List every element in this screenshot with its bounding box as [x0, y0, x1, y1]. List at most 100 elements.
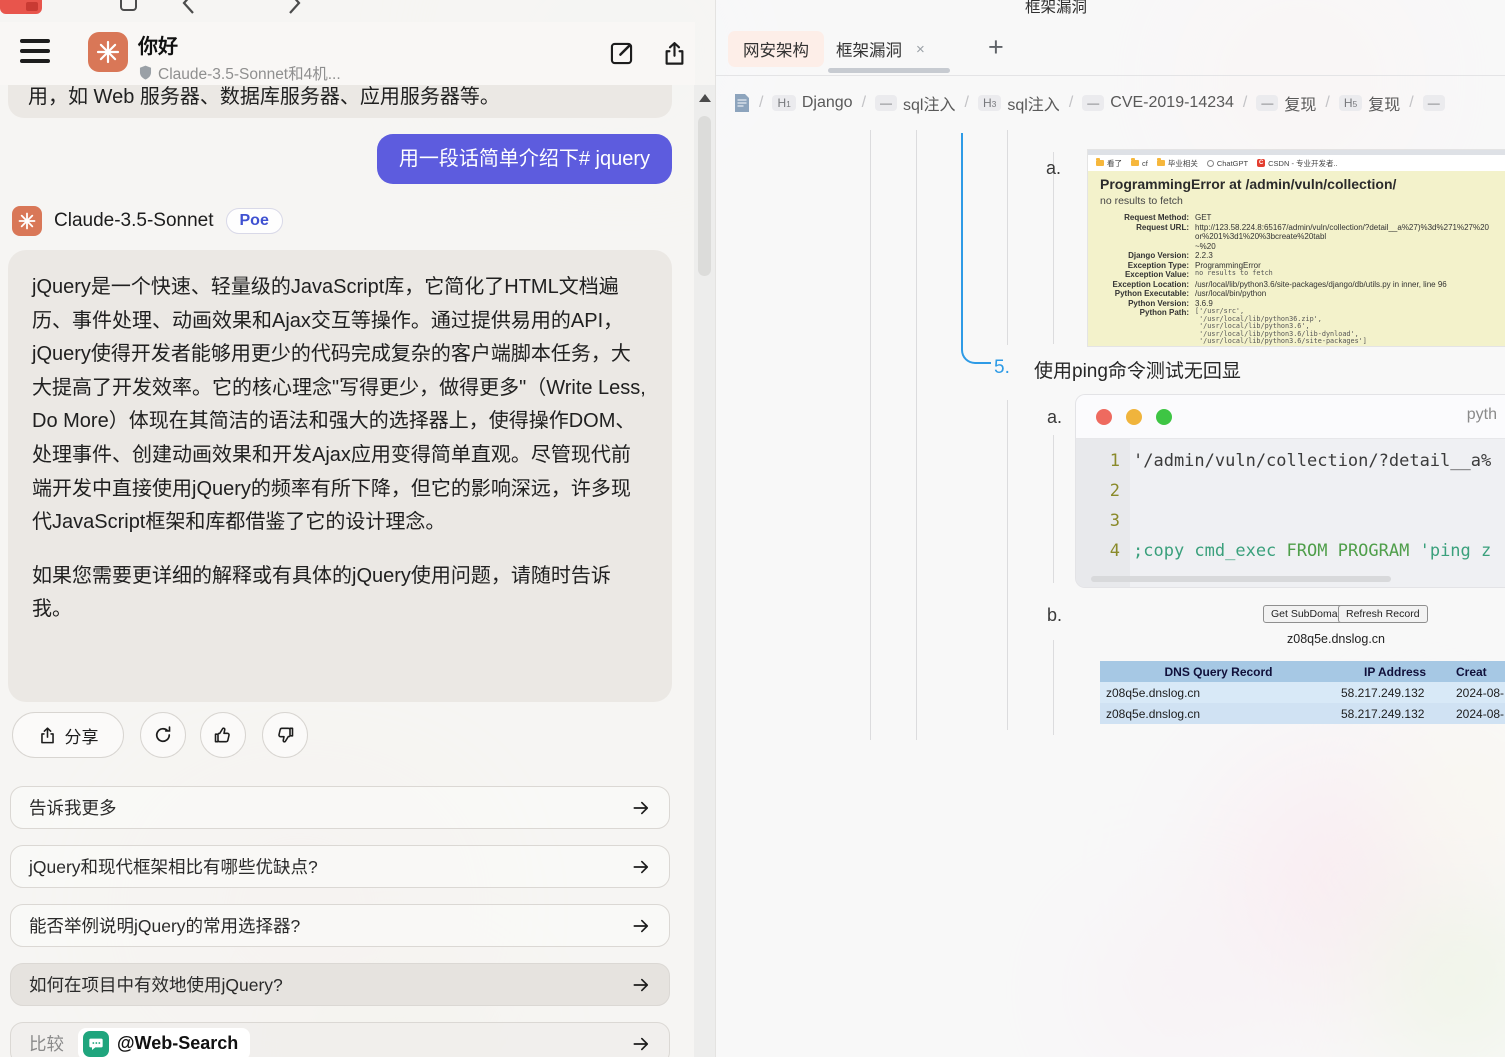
- line-number: 2: [1109, 481, 1120, 501]
- thumbs-up-button[interactable]: [200, 712, 246, 758]
- list-marker-a: a.: [1047, 407, 1063, 427]
- breadcrumb-item[interactable]: — CVE-2019-14234: [1082, 94, 1234, 112]
- code-language-label[interactable]: pyth: [1467, 406, 1497, 424]
- breadcrumb-item[interactable]: — sql注入: [875, 91, 955, 115]
- bot-name: Claude-3.5-Sonnet: [54, 210, 214, 231]
- menu-icon[interactable]: [20, 39, 50, 63]
- tab-pinned[interactable]: 网安架构: [728, 31, 824, 67]
- dns-table[interactable]: DNS Query Record IP Address Creat z08q5e…: [1100, 661, 1505, 724]
- folder-icon: [1156, 158, 1165, 166]
- claude-starburst-icon: [18, 212, 36, 230]
- indent-guide: [870, 130, 871, 740]
- edit-icon[interactable]: [608, 40, 635, 67]
- list-marker-a: a.: [1046, 158, 1062, 178]
- scroll-up-icon[interactable]: [698, 94, 711, 102]
- share-action-icon: [40, 726, 54, 743]
- arrow-right-icon: [633, 860, 649, 873]
- bot-name-row: Claude-3.5-Sonnet Poe: [12, 206, 283, 236]
- code-line: ;copy cmd_exec FROM PROGRAM 'ping z: [1133, 541, 1492, 561]
- active-tab-underline: [828, 68, 950, 73]
- django-error-screenshot[interactable]: 看了 cf 毕业相关 ChatGPT C CSDN - 专业开发者.. Progr…: [1088, 150, 1505, 346]
- indent-guide: [1053, 640, 1054, 735]
- suggestion-label: jQuery和现代框架相比有哪些优缺点?: [29, 857, 318, 877]
- bot-response: jQuery是一个快速、轻量级的JavaScript库，它简化了HTML文档遍历…: [8, 250, 672, 702]
- tab-label: 网安架构: [743, 42, 809, 60]
- horizontal-scrollbar[interactable]: [1091, 576, 1391, 582]
- new-tab-icon[interactable]: +: [988, 32, 1004, 63]
- thumbs-down-icon: [278, 727, 294, 743]
- forward-icon[interactable]: [285, 0, 305, 14]
- mention-prefix: 比较: [29, 1034, 64, 1054]
- breadcrumb-item[interactable]: H 1 Django: [772, 94, 853, 112]
- share-button[interactable]: 分享: [12, 712, 124, 758]
- thumbs-up-icon: [214, 727, 230, 743]
- arrow-right-icon: [633, 801, 649, 814]
- list-item-text: 使用ping命令测试无回显: [1034, 361, 1241, 382]
- arrow-right-icon: [633, 1037, 649, 1050]
- chat-title: 你好: [138, 36, 178, 58]
- chat-subtitle: Claude-3.5-Sonnet和4机...: [158, 66, 341, 83]
- breadcrumb-item[interactable]: —: [1422, 95, 1445, 111]
- dns-table-header: DNS Query Record IP Address Creat: [1100, 661, 1505, 682]
- tab-bar: 网安架构 框架漏洞 × +: [716, 24, 1505, 76]
- screen: 用，如 Web 服务器、数据库服务器、应用服务器等。 你好 Claude-3.5…: [0, 0, 1505, 1057]
- traffic-light-green: [1156, 409, 1172, 425]
- code-line: '/admin/vuln/collection/?detail__a%: [1133, 451, 1492, 471]
- suggestion-item[interactable]: jQuery和现代框架相比有哪些优缺点?: [10, 845, 670, 888]
- django-error-page: ProgrammingError at /admin/vuln/collecti…: [1088, 171, 1505, 346]
- browser-logo-icon[interactable]: [0, 0, 42, 14]
- breadcrumb-item[interactable]: H 5 复现: [1338, 91, 1400, 115]
- user-message: 用一段话简单介绍下# jquery: [376, 134, 672, 184]
- indent-guide: [1053, 152, 1054, 344]
- suggestion-item[interactable]: 如何在项目中有效地使用jQuery?: [10, 963, 670, 1006]
- folder-icon: [1131, 158, 1139, 166]
- chat-panel: 用，如 Web 服务器、数据库服务器、应用服务器等。 你好 Claude-3.5…: [0, 0, 716, 1057]
- csdn-icon: C: [1257, 159, 1266, 167]
- share-label: 分享: [64, 727, 99, 747]
- indent-guide: [1053, 435, 1054, 583]
- tab-active[interactable]: 框架漏洞 ×: [828, 31, 933, 67]
- notes-panel: 框架漏洞 网安架构 框架漏洞 × + / H 1 Django / — sql注入 /…: [716, 0, 1505, 1057]
- tab-close-icon[interactable]: ×: [916, 41, 925, 58]
- back-icon[interactable]: [178, 0, 198, 14]
- shield-icon: [139, 65, 152, 80]
- scrollbar-thumb[interactable]: [698, 116, 711, 276]
- suggestion-item[interactable]: 告诉我更多: [10, 786, 670, 829]
- mention-bot-name: @Web-Search: [117, 1033, 239, 1053]
- thumbs-down-button[interactable]: [262, 712, 308, 758]
- line-number: 3: [1109, 511, 1120, 531]
- claude-starburst-icon: [96, 40, 120, 64]
- bookmarks-bar: 看了 cf 毕业相关 ChatGPT C CSDN - 专业开发者..: [1088, 155, 1505, 171]
- sidebar-toggle-icon[interactable]: [120, 0, 137, 11]
- regenerate-button[interactable]: [140, 712, 186, 758]
- mention-suggestion-item[interactable]: 比较 @Web-Search: [10, 1022, 670, 1057]
- bot-avatar[interactable]: [88, 32, 128, 72]
- suggestion-label: 如何在项目中有效地使用jQuery?: [29, 975, 283, 995]
- list-marker-5[interactable]: 5.: [994, 357, 1010, 379]
- share-icon[interactable]: [661, 40, 688, 67]
- line-number: 4: [1109, 541, 1120, 561]
- chat-scrollbar[interactable]: [694, 85, 715, 1057]
- refresh-record-button: Refresh Record: [1338, 605, 1428, 623]
- line-number: 1: [1109, 451, 1120, 471]
- breadcrumb: / H 1 Django / — sql注入 / H 3 sql注入 / — CVE-201…: [734, 86, 1504, 120]
- code-block-header: pyth: [1076, 395, 1505, 439]
- focused-list-guide: [961, 133, 991, 364]
- breadcrumb-item[interactable]: H 3 sql注入: [977, 91, 1060, 115]
- error-title: ProgrammingError at /admin/vuln/collecti…: [1100, 176, 1397, 192]
- tab-label: 框架漏洞: [836, 42, 902, 60]
- suggestion-item[interactable]: 能否举例说明jQuery的常用选择器?: [10, 904, 670, 947]
- suggestion-label: 告诉我更多: [29, 798, 117, 818]
- doc-icon: [735, 94, 749, 112]
- dnslog-domain: z08q5e.dnslog.cn: [1287, 632, 1385, 646]
- breadcrumb-item[interactable]: — 复现: [1256, 91, 1316, 115]
- response-paragraph: jQuery是一个快速、轻量级的JavaScript库，它简化了HTML文档遍历…: [32, 276, 646, 534]
- refresh-icon: [155, 726, 171, 743]
- traffic-light-red: [1096, 409, 1112, 425]
- indent-guide: [916, 130, 917, 740]
- traffic-light-yellow: [1126, 409, 1142, 425]
- indent-guide: [1007, 400, 1008, 730]
- dns-table-row: z08q5e.dnslog.cn 58.217.249.132 2024-08-: [1100, 703, 1505, 724]
- code-block[interactable]: pyth 1 '/admin/vuln/collection/?detail__a…: [1075, 394, 1505, 588]
- window-title: 框架漏洞: [1024, 0, 1087, 16]
